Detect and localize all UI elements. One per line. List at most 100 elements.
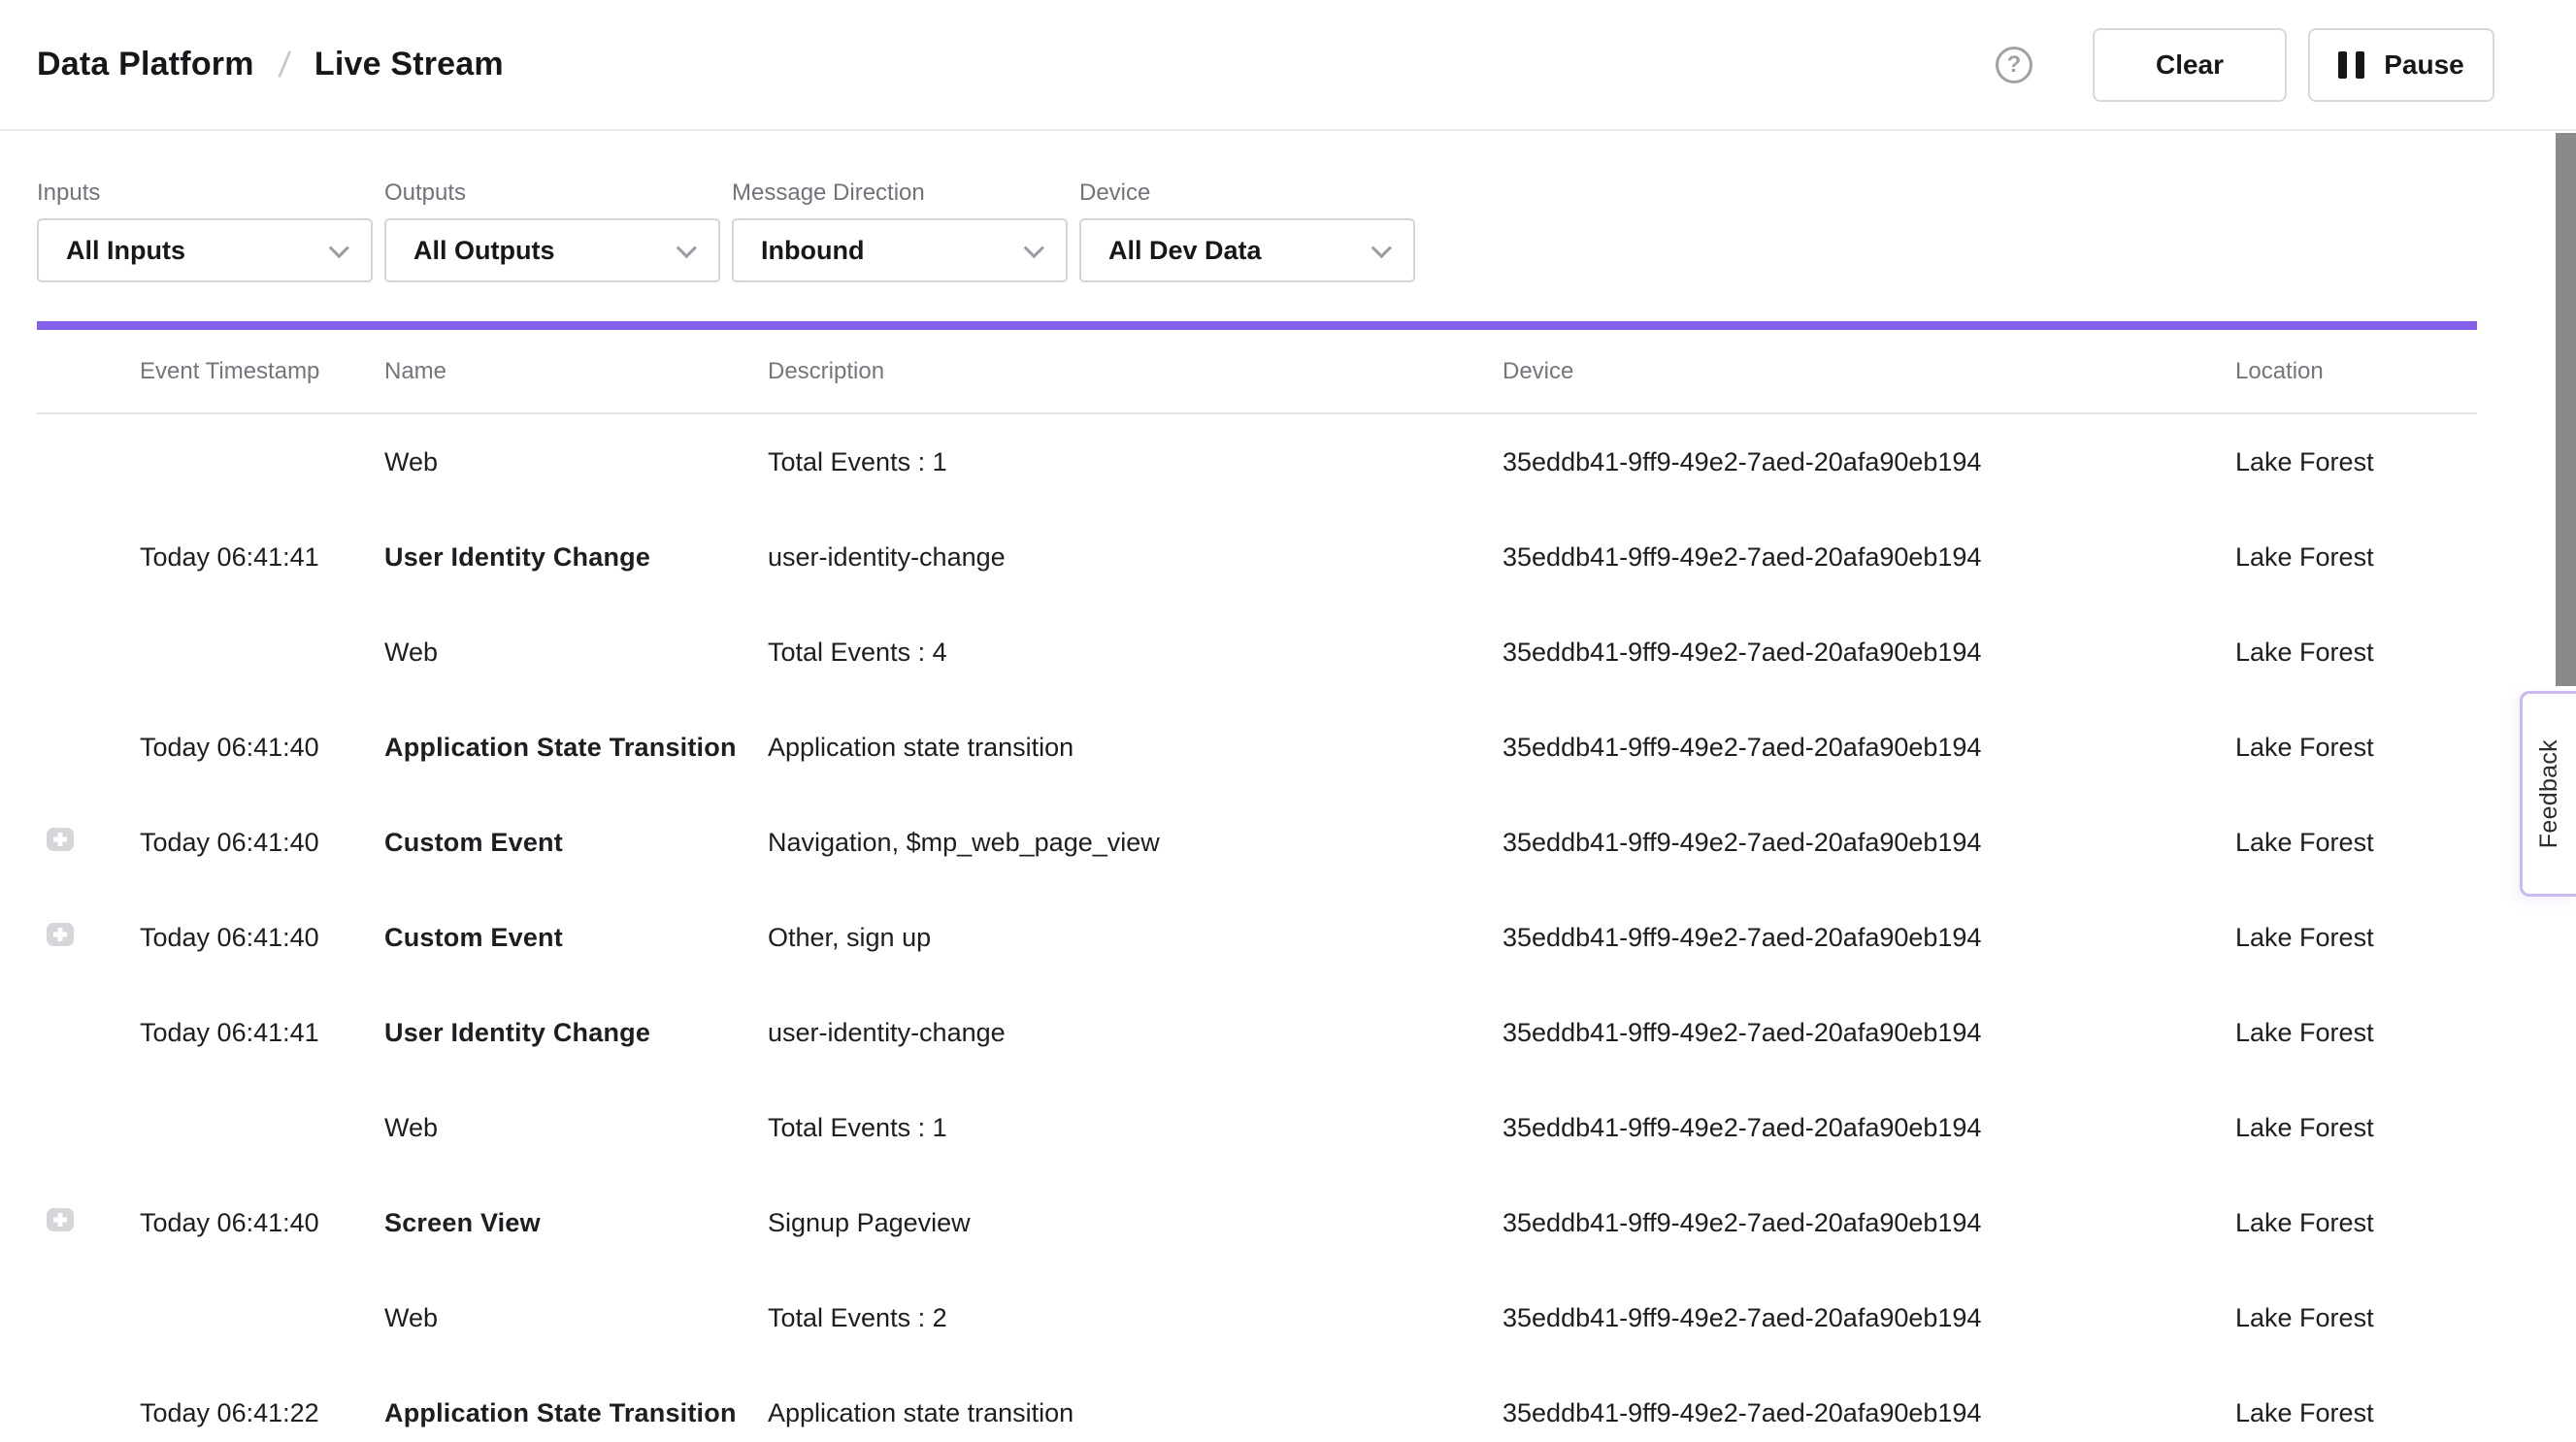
expand-cell: [37, 1303, 140, 1333]
help-glyph: ?: [2007, 51, 2022, 79]
filter-outputs-label: Outputs: [384, 180, 720, 207]
event-device-cell: 35eddb41-9ff9-49e2-7aed-20afa90eb194: [1503, 1113, 2235, 1143]
expand-plus-icon[interactable]: [47, 923, 74, 946]
event-description-cell: user-identity-change: [768, 1018, 1503, 1048]
inputs-dropdown-value: All Inputs: [66, 236, 185, 266]
event-location-cell: Lake Forest: [2235, 1398, 2477, 1428]
filter-outputs: Outputs All Outputs: [384, 180, 720, 282]
outputs-dropdown-value: All Outputs: [413, 236, 554, 266]
filter-bar: Inputs All Inputs Outputs All Outputs Me…: [0, 131, 2576, 282]
event-timestamp-cell: Today 06:41:40: [140, 1208, 384, 1238]
event-location-cell: Lake Forest: [2235, 542, 2477, 573]
event-description-cell: Other, sign up: [768, 923, 1503, 953]
column-header-location: Location: [2235, 358, 2477, 385]
table-row: Today 06:41:41 User Identity Change user…: [37, 985, 2477, 1080]
filter-inputs-label: Inputs: [37, 180, 373, 207]
table-row: Web Total Events : 4 35eddb41-9ff9-49e2-…: [37, 605, 2477, 700]
event-name-cell: Custom Event: [384, 828, 768, 858]
expand-cell: [37, 923, 140, 953]
event-description-cell: Total Events : 1: [768, 447, 1503, 477]
outputs-dropdown[interactable]: All Outputs: [384, 218, 720, 282]
table-row: Web Total Events : 2 35eddb41-9ff9-49e2-…: [37, 1270, 2477, 1365]
expand-plus-icon[interactable]: [47, 828, 74, 851]
event-device-cell: 35eddb41-9ff9-49e2-7aed-20afa90eb194: [1503, 638, 2235, 668]
pause-button-label: Pause: [2384, 49, 2464, 81]
event-timestamp-cell: Today 06:41:41: [140, 542, 384, 573]
breadcrumb-item-data-platform[interactable]: Data Platform: [37, 46, 254, 83]
device-dropdown[interactable]: All Dev Data: [1079, 218, 1415, 282]
event-location-cell: Lake Forest: [2235, 923, 2477, 953]
event-name-cell: Web: [384, 1303, 768, 1333]
event-device-cell: 35eddb41-9ff9-49e2-7aed-20afa90eb194: [1503, 542, 2235, 573]
expand-cell: [37, 1208, 140, 1238]
event-name-cell: Custom Event: [384, 923, 768, 953]
filter-device: Device All Dev Data: [1079, 180, 1415, 282]
column-header-name: Name: [384, 358, 768, 385]
table-row: Today 06:41:22 Application State Transit…: [37, 1365, 2477, 1442]
expand-plus-icon[interactable]: [47, 1208, 74, 1231]
event-description-cell: Signup Pageview: [768, 1208, 1503, 1238]
event-location-cell: Lake Forest: [2235, 1208, 2477, 1238]
event-timestamp-cell: Today 06:41:40: [140, 733, 384, 763]
event-timestamp-cell: Today 06:41:40: [140, 828, 384, 858]
expand-cell: [37, 447, 140, 477]
pause-icon: [2338, 51, 2364, 79]
event-name-cell: Web: [384, 638, 768, 668]
event-device-cell: 35eddb41-9ff9-49e2-7aed-20afa90eb194: [1503, 1303, 2235, 1333]
event-location-cell: Lake Forest: [2235, 447, 2477, 477]
column-header-event-timestamp: Event Timestamp: [140, 358, 384, 385]
event-name-cell: User Identity Change: [384, 1018, 768, 1048]
live-stream-page: Data Platform / Live Stream ? Clear Paus…: [0, 0, 2576, 1442]
event-device-cell: 35eddb41-9ff9-49e2-7aed-20afa90eb194: [1503, 923, 2235, 953]
pause-button[interactable]: Pause: [2308, 28, 2494, 102]
filter-message-direction-label: Message Direction: [732, 180, 1068, 207]
feedback-tab[interactable]: Feedback: [2520, 691, 2576, 897]
message-direction-dropdown[interactable]: Inbound: [732, 218, 1068, 282]
event-description-cell: Total Events : 4: [768, 638, 1503, 668]
event-device-cell: 35eddb41-9ff9-49e2-7aed-20afa90eb194: [1503, 828, 2235, 858]
inputs-dropdown[interactable]: All Inputs: [37, 218, 373, 282]
event-location-cell: Lake Forest: [2235, 1113, 2477, 1143]
event-name-cell: Web: [384, 1113, 768, 1143]
event-location-cell: Lake Forest: [2235, 1303, 2477, 1333]
event-description-cell: user-identity-change: [768, 542, 1503, 573]
event-device-cell: 35eddb41-9ff9-49e2-7aed-20afa90eb194: [1503, 1398, 2235, 1428]
accent-divider: [37, 321, 2477, 330]
message-direction-dropdown-value: Inbound: [761, 236, 864, 266]
table-row: Web Total Events : 1 35eddb41-9ff9-49e2-…: [37, 414, 2477, 509]
table-row: Today 06:41:40 Custom Event Navigation, …: [37, 795, 2477, 890]
scrollbar-thumb[interactable]: [2556, 133, 2576, 686]
column-header-device: Device: [1503, 358, 2235, 385]
feedback-tab-label: Feedback: [2535, 739, 2563, 848]
filter-message-direction: Message Direction Inbound: [732, 180, 1068, 282]
event-name-cell: Application State Transition: [384, 1398, 768, 1428]
chevron-down-icon: [1371, 238, 1392, 258]
breadcrumb-separator: /: [277, 45, 292, 85]
event-description-cell: Application state transition: [768, 733, 1503, 763]
event-timestamp-cell: Today 06:41:22: [140, 1398, 384, 1428]
event-description-cell: Total Events : 2: [768, 1303, 1503, 1333]
filter-inputs: Inputs All Inputs: [37, 180, 373, 282]
event-name-cell: User Identity Change: [384, 542, 768, 573]
page-header: Data Platform / Live Stream ? Clear Paus…: [0, 0, 2576, 131]
table-row: Today 06:41:40 Screen View Signup Pagevi…: [37, 1175, 2477, 1270]
event-location-cell: Lake Forest: [2235, 828, 2477, 858]
table-row: Today 06:41:40 Application State Transit…: [37, 700, 2477, 795]
expand-cell: [37, 828, 140, 858]
table-row: Web Total Events : 1 35eddb41-9ff9-49e2-…: [37, 1080, 2477, 1175]
expand-cell: [37, 542, 140, 573]
event-description-cell: Total Events : 1: [768, 1113, 1503, 1143]
header-actions: ? Clear Pause: [1996, 28, 2494, 102]
clear-button[interactable]: Clear: [2093, 28, 2287, 102]
expand-cell: [37, 638, 140, 668]
event-description-cell: Navigation, $mp_web_page_view: [768, 828, 1503, 858]
help-icon[interactable]: ?: [1996, 47, 2032, 83]
event-device-cell: 35eddb41-9ff9-49e2-7aed-20afa90eb194: [1503, 733, 2235, 763]
expand-cell: [37, 733, 140, 763]
table-body: Web Total Events : 1 35eddb41-9ff9-49e2-…: [0, 414, 2576, 1442]
breadcrumb-item-live-stream: Live Stream: [314, 46, 504, 83]
expand-cell: [37, 1398, 140, 1428]
event-location-cell: Lake Forest: [2235, 1018, 2477, 1048]
event-device-cell: 35eddb41-9ff9-49e2-7aed-20afa90eb194: [1503, 1208, 2235, 1238]
event-timestamp-cell: Today 06:41:40: [140, 923, 384, 953]
